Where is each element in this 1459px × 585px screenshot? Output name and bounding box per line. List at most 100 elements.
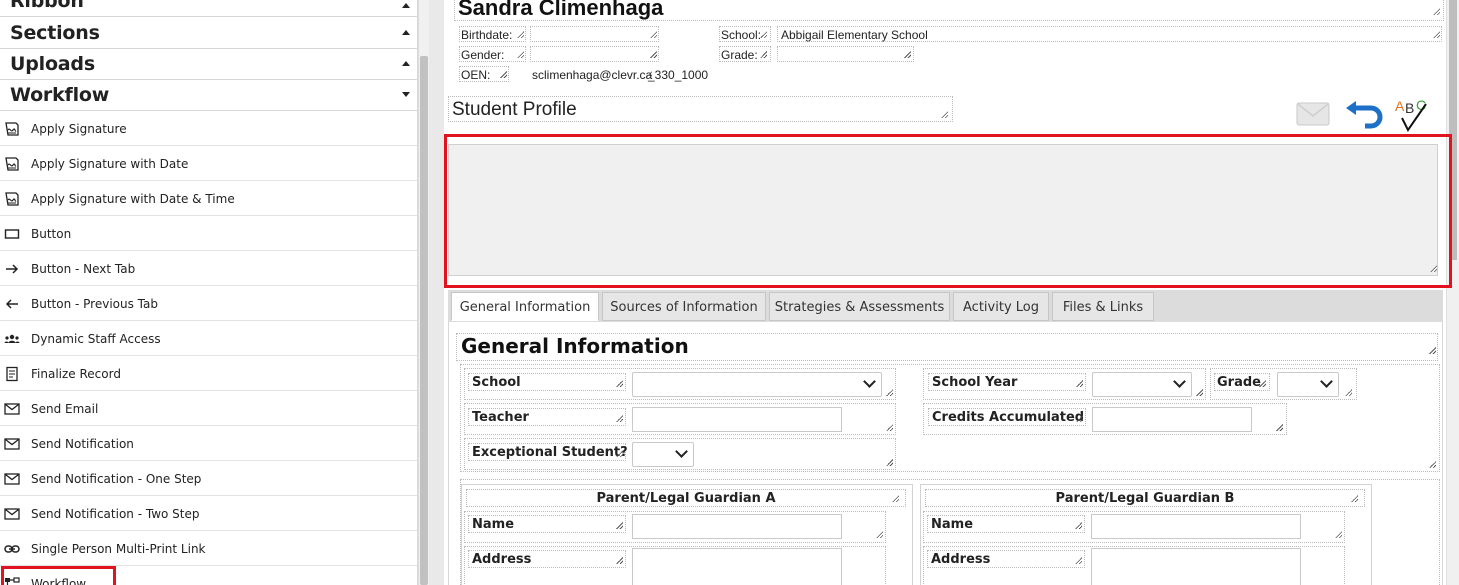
resize-handle-icon[interactable] (1075, 522, 1082, 529)
tab-files-links[interactable]: Files & Links (1052, 292, 1154, 321)
tab-label: Strategies & Assessments (774, 300, 945, 315)
workflow-item-highlight (1, 566, 116, 585)
guardian-b-name-label: Name (931, 517, 974, 532)
form-canvas: Sandra Climenhaga Birthdate: Gender: OEN… (444, 0, 1459, 585)
link-icon (4, 545, 20, 553)
workflow-item-send-notification-one-step[interactable]: Send Notification - One Step (0, 461, 417, 496)
workflow-item-apply-signature-date-time[interactable]: Apply Signature with Date & Time (0, 181, 417, 216)
resize-handle-icon[interactable] (1433, 31, 1440, 38)
resize-handle-icon[interactable] (650, 51, 657, 58)
oen-label: OEN: (461, 68, 491, 82)
resize-handle-icon[interactable] (760, 31, 767, 38)
svg-text:B: B (1405, 100, 1414, 116)
section-header-workflow[interactable]: Workflow (0, 80, 417, 111)
guardian-a-name-input[interactable] (632, 514, 842, 539)
resize-handle-icon[interactable] (1076, 415, 1083, 422)
resize-handle-icon[interactable] (1351, 495, 1358, 502)
chevron-down-icon (863, 375, 876, 388)
tab-general-information[interactable]: General Information (451, 292, 599, 321)
document-icon (6, 366, 18, 382)
workflow-item-send-notification[interactable]: Send Notification (0, 426, 417, 461)
email-icon[interactable] (1296, 101, 1330, 127)
tab-label: Files & Links (1062, 300, 1144, 315)
envelope-icon (4, 403, 20, 415)
resize-handle-icon[interactable] (500, 71, 507, 78)
workflow-item-button[interactable]: Button (0, 216, 417, 251)
spellcheck-icon[interactable]: A B C (1394, 96, 1434, 132)
workflow-item-send-notification-two-step[interactable]: Send Notification - Two Step (0, 496, 417, 531)
resize-handle-icon[interactable] (876, 531, 883, 538)
workflow-item-finalize-record[interactable]: Finalize Record (0, 356, 417, 391)
resize-handle-icon[interactable] (1335, 531, 1342, 538)
gender-field[interactable] (530, 46, 659, 62)
tab-activity-log[interactable]: Activity Log (953, 292, 1049, 321)
left-panel-scrollbar[interactable] (418, 0, 429, 585)
resize-handle-icon[interactable] (1429, 461, 1436, 468)
workflow-item-single-person-multi-print-link[interactable]: Single Person Multi-Print Link (0, 531, 417, 566)
resize-handle-icon[interactable] (616, 557, 623, 564)
resize-handle-icon[interactable] (1433, 8, 1440, 15)
tab-sources-of-information[interactable]: Sources of Information (602, 292, 766, 321)
grade-select[interactable] (1277, 372, 1339, 397)
workflow-item-apply-signature[interactable]: Apply Signature (0, 111, 417, 146)
resize-handle-icon[interactable] (892, 495, 899, 502)
resize-handle-icon[interactable] (616, 380, 623, 387)
resize-handle-icon[interactable] (616, 522, 623, 529)
workflow-item-apply-signature-date[interactable]: Apply Signature with Date (0, 146, 417, 181)
credits-field-label: Credits Accumulated (932, 410, 1085, 425)
school-year-field-label: School Year (932, 375, 1018, 390)
tab-strategies-assessments[interactable]: Strategies & Assessments (769, 292, 950, 321)
resize-handle-icon[interactable] (1196, 389, 1203, 396)
workflow-item-button-previous-tab[interactable]: Button - Previous Tab (0, 286, 417, 321)
resize-handle-icon[interactable] (760, 51, 767, 58)
resize-handle-icon[interactable] (517, 51, 524, 58)
resize-handle-icon[interactable] (941, 111, 948, 118)
resize-handle-icon[interactable] (886, 424, 893, 431)
envelope-icon (4, 508, 20, 520)
resize-handle-icon[interactable] (1429, 347, 1436, 354)
school-year-select[interactable] (1092, 372, 1192, 397)
birthdate-field[interactable] (530, 26, 659, 42)
section-header-sections[interactable]: Sections (0, 18, 417, 49)
exceptional-select[interactable] (632, 442, 694, 467)
resize-handle-icon[interactable] (517, 31, 524, 38)
resize-handle-icon[interactable] (616, 450, 623, 457)
svg-text:A: A (1395, 98, 1405, 114)
resize-handle-icon[interactable] (616, 415, 623, 422)
resize-handle-icon[interactable] (1345, 389, 1352, 396)
workflow-item-dynamic-staff-access[interactable]: Dynamic Staff Access (0, 321, 417, 356)
resize-handle-icon[interactable] (904, 51, 911, 58)
guardian-a-address-textarea[interactable] (632, 548, 842, 585)
credits-input[interactable] (1092, 407, 1252, 432)
general-info-title: General Information (461, 334, 689, 358)
form-scrollbar[interactable] (1446, 0, 1459, 585)
caret-up-icon (402, 61, 410, 66)
teacher-field-label: Teacher (472, 410, 529, 425)
workflow-item-label: Dynamic Staff Access (31, 332, 161, 346)
guardian-a-title: Parent/Legal Guardian A (596, 491, 776, 506)
form-builder-panel: Ribbon Sections Uploads Workflow Apply S… (0, 0, 418, 585)
grade-field[interactable] (777, 46, 914, 62)
workflow-item-send-email[interactable]: Send Email (0, 391, 417, 426)
gender-label: Gender: (461, 48, 505, 62)
teacher-input[interactable] (632, 407, 842, 432)
resize-handle-icon[interactable] (886, 459, 893, 466)
resize-handle-icon[interactable] (650, 31, 657, 38)
resize-handle-icon[interactable] (1075, 557, 1082, 564)
student-name: Sandra Climenhaga (458, 0, 664, 20)
guardian-b-name-input[interactable] (1091, 514, 1301, 539)
workflow-item-label: Button - Previous Tab (31, 297, 158, 311)
resize-handle-icon[interactable] (886, 389, 893, 396)
undo-icon[interactable] (1345, 100, 1383, 130)
school-select[interactable] (632, 372, 882, 397)
resize-handle-icon[interactable] (1276, 424, 1283, 431)
student-id: _330_1000 (648, 68, 709, 82)
workflow-item-button-next-tab[interactable]: Button - Next Tab (0, 251, 417, 286)
resize-handle-icon[interactable] (1076, 380, 1083, 387)
arrow-left-icon (5, 299, 18, 309)
resize-handle-icon[interactable] (1259, 380, 1266, 387)
section-header-uploads[interactable]: Uploads (0, 49, 417, 80)
scrollbar-thumb[interactable] (420, 56, 428, 585)
section-header-ribbon[interactable]: Ribbon (0, 0, 417, 17)
guardian-b-address-textarea[interactable] (1091, 548, 1301, 585)
